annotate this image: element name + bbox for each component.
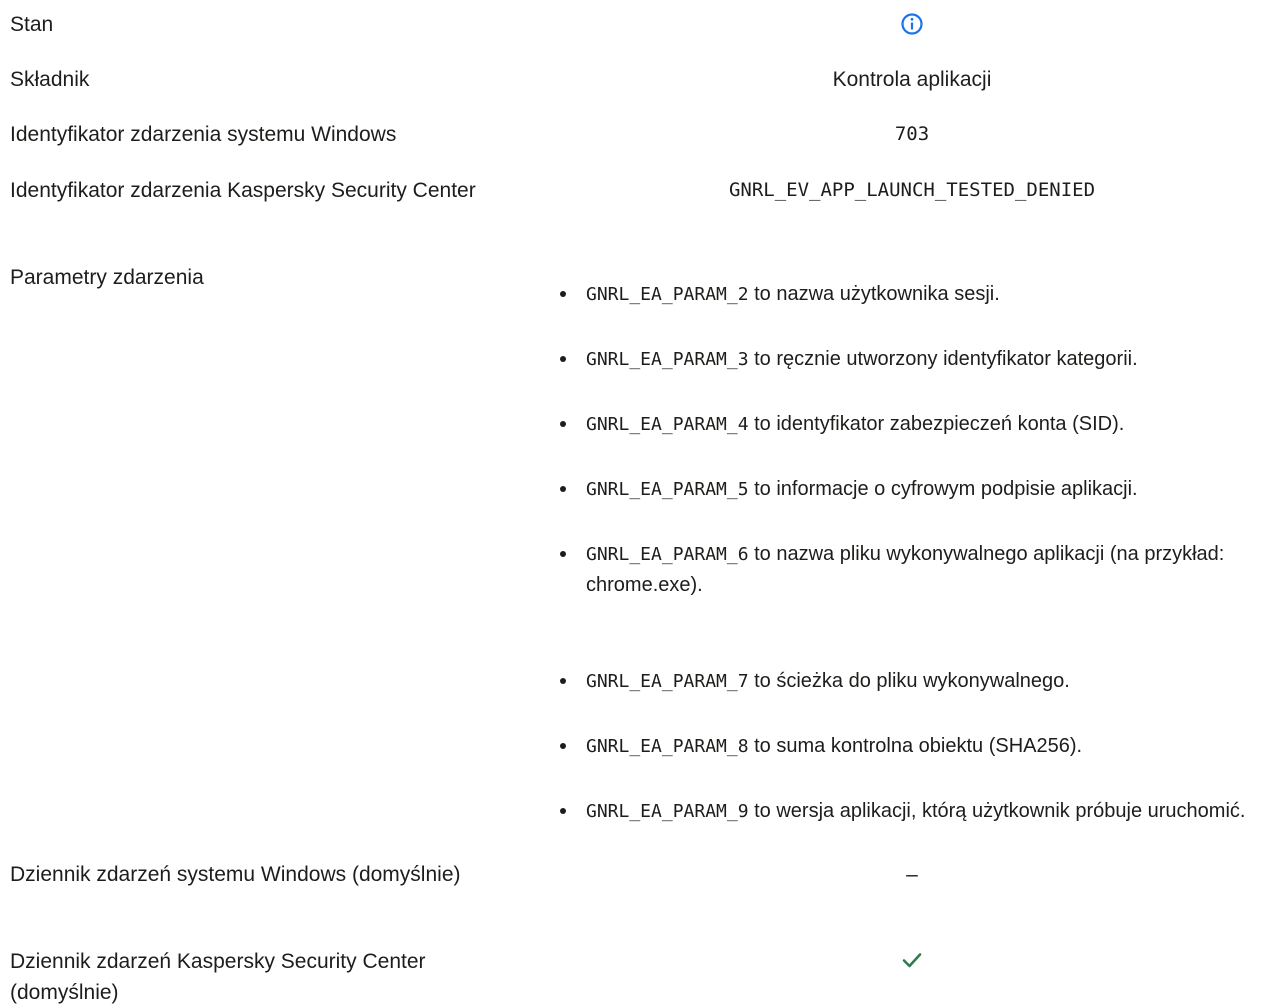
bullet-icon xyxy=(560,808,566,814)
param-description: to suma kontrolna obiektu (SHA256). xyxy=(748,735,1083,757)
param-description: to nazwa użytkownika sesji. xyxy=(748,283,1000,305)
bullet-icon xyxy=(560,678,566,684)
param-description: to identyfikator zabezpieczeń konta (SID… xyxy=(748,413,1125,435)
param-item: GNRL_EA_PARAM_7 to ścieżka do pliku wyko… xyxy=(560,666,1264,697)
param-item: GNRL_EA_PARAM_3 to ręcznie utworzony ide… xyxy=(560,344,1264,375)
param-code: GNRL_EA_PARAM_9 xyxy=(586,801,749,822)
info-icon xyxy=(900,12,924,36)
bullet-icon xyxy=(560,743,566,749)
check-icon xyxy=(900,948,924,972)
value-win-log: – xyxy=(906,863,918,886)
label-win-event-id: Identyfikator zdarzenia systemu Windows xyxy=(10,123,397,146)
label-params: Parametry zdarzenia xyxy=(10,266,204,289)
param-description: to informacje o cyfrowym podpisie aplika… xyxy=(748,478,1138,500)
params-list: GNRL_EA_PARAM_2 to nazwa użytkownika ses… xyxy=(560,279,1264,827)
param-code: GNRL_EA_PARAM_5 xyxy=(586,479,749,500)
bullet-icon xyxy=(560,551,566,557)
param-code: GNRL_EA_PARAM_7 xyxy=(586,671,749,692)
param-code: GNRL_EA_PARAM_2 xyxy=(586,284,749,305)
value-ksc-log xyxy=(600,948,1224,981)
bullet-icon xyxy=(560,291,566,297)
param-description: to ręcznie utworzony identyfikator kateg… xyxy=(748,348,1138,370)
label-skladnik: Składnik xyxy=(10,68,90,91)
param-item: GNRL_EA_PARAM_2 to nazwa użytkownika ses… xyxy=(560,279,1264,310)
value-ksc-event-id: GNRL_EV_APP_LAUNCH_TESTED_DENIED xyxy=(728,179,1096,201)
param-item: GNRL_EA_PARAM_8 to suma kontrolna obiekt… xyxy=(560,731,1264,762)
param-item: GNRL_EA_PARAM_5 to informacje o cyfrowym… xyxy=(560,474,1264,505)
label-stan: Stan xyxy=(10,13,54,36)
bullet-icon xyxy=(560,421,566,427)
param-code: GNRL_EA_PARAM_4 xyxy=(586,414,749,435)
param-item: GNRL_EA_PARAM_6 to nazwa pliku wykonywal… xyxy=(560,539,1264,601)
value-win-event-id: 703 xyxy=(894,123,930,145)
label-ksc-event-id: Identyfikator zdarzenia Kaspersky Securi… xyxy=(10,179,476,202)
value-skladnik: Kontrola aplikacji xyxy=(832,68,992,91)
param-item: GNRL_EA_PARAM_4 to identyfikator zabezpi… xyxy=(560,409,1264,440)
value-stan xyxy=(600,12,1224,45)
param-item: GNRL_EA_PARAM_9 to wersja aplikacji, któ… xyxy=(560,796,1264,827)
label-win-log: Dziennik zdarzeń systemu Windows (domyśl… xyxy=(10,863,461,886)
label-ksc-log: Dziennik zdarzeń Kaspersky Security Cent… xyxy=(10,950,426,1004)
param-description: to wersja aplikacji, którą użytkownik pr… xyxy=(748,800,1246,822)
bullet-icon xyxy=(560,486,566,492)
param-code: GNRL_EA_PARAM_8 xyxy=(586,736,749,757)
param-description: to ścieżka do pliku wykonywalnego. xyxy=(748,670,1070,692)
bullet-icon xyxy=(560,356,566,362)
param-code: GNRL_EA_PARAM_6 xyxy=(586,544,749,565)
param-code: GNRL_EA_PARAM_3 xyxy=(586,349,749,370)
